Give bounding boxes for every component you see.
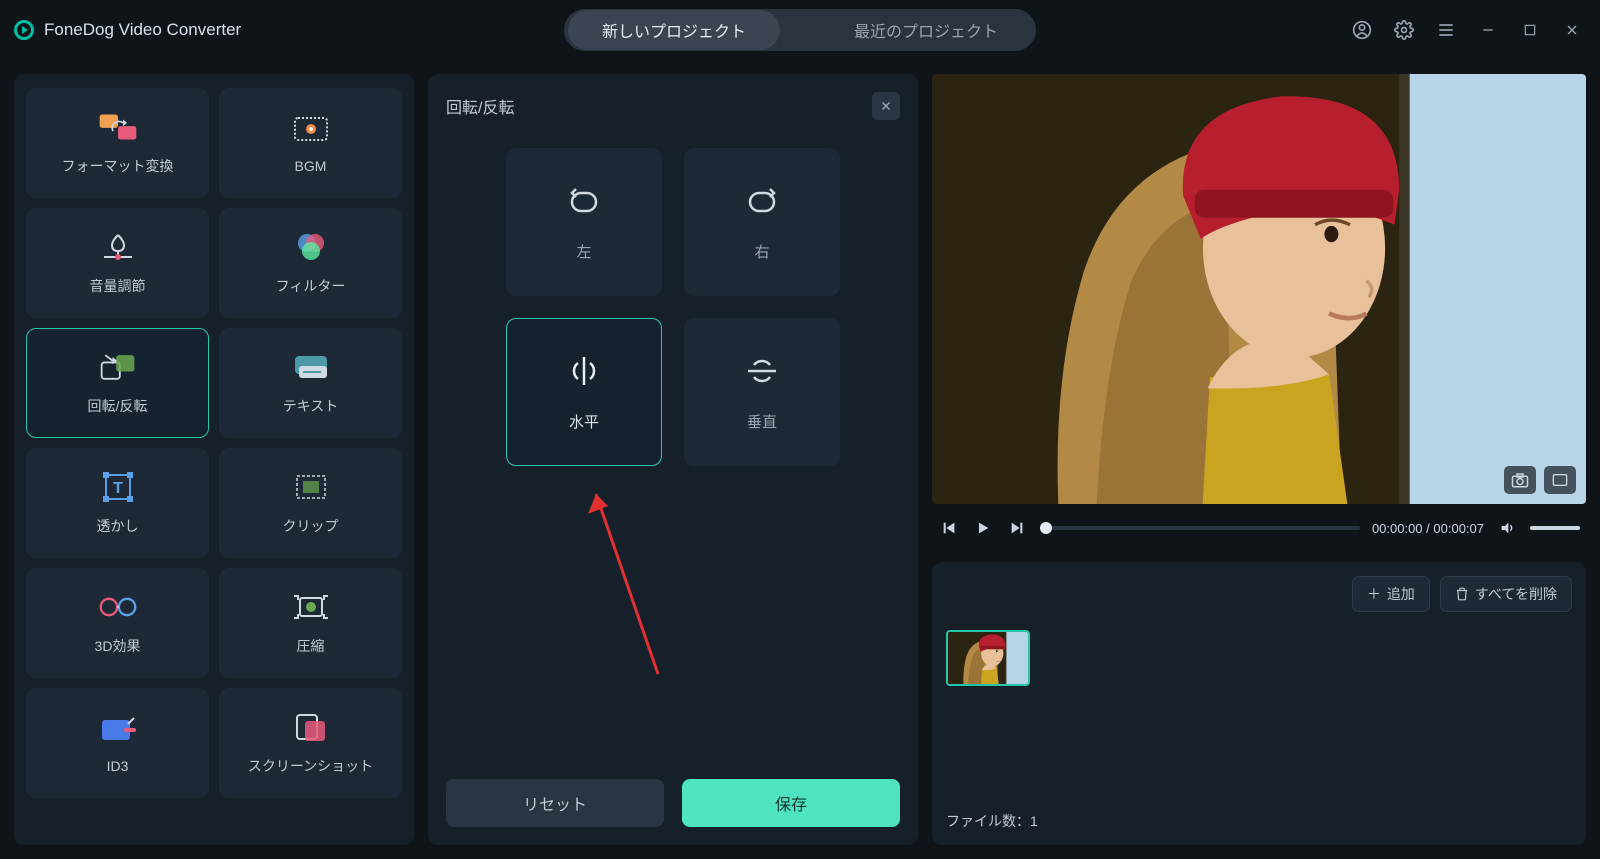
flip-horizontal-option[interactable]: 水平 (506, 318, 662, 466)
rotate-right-icon (740, 183, 784, 219)
flip-horizontal-icon (564, 353, 604, 389)
rotate-settings-panel: 回転/反転 左 右 水平 垂直 (428, 74, 918, 845)
panel-title: 回転/反転 (446, 94, 514, 118)
watermark-icon: T (98, 470, 138, 504)
option-label: 左 (576, 241, 591, 262)
rotate-left-icon (562, 183, 606, 219)
tool-label: クリップ (283, 516, 339, 536)
id3-icon (98, 712, 138, 746)
option-label: 水平 (569, 411, 599, 432)
plus-icon: ＋ (1367, 584, 1381, 604)
play-button[interactable] (972, 517, 994, 539)
tool-label: 音量調節 (90, 276, 146, 296)
volume-button[interactable] (1496, 517, 1518, 539)
tools-sidebar: フォーマット変換 BGM 音量調節 フィルター (14, 74, 414, 845)
project-tabs: 新しいプロジェクト 最近のプロジェクト (564, 9, 1036, 51)
tool-text[interactable]: テキスト (219, 328, 402, 438)
app-title: FoneDog Video Converter (44, 20, 241, 40)
tool-volume[interactable]: 音量調節 (26, 208, 209, 318)
skip-next-button[interactable] (1006, 517, 1028, 539)
rotate-flip-icon (98, 350, 138, 384)
text-icon (291, 350, 331, 384)
skip-prev-button[interactable] (938, 517, 960, 539)
tool-label: BGM (295, 158, 327, 174)
clip-icon (291, 470, 331, 504)
player-controls: 00:00:00 / 00:00:07 (932, 504, 1586, 552)
panel-close-button[interactable] (872, 92, 900, 120)
screenshot-icon (291, 710, 331, 744)
clip-thumbnail[interactable] (946, 630, 1030, 686)
app-logo-icon (14, 20, 34, 40)
filter-icon (291, 230, 331, 264)
tab-new-project[interactable]: 新しいプロジェクト (568, 10, 780, 50)
file-count: ファイル数：1 (946, 811, 1572, 831)
tool-filter[interactable]: フィルター (219, 208, 402, 318)
tool-clip[interactable]: クリップ (219, 448, 402, 558)
compress-icon (291, 590, 331, 624)
format-convert-icon (98, 110, 138, 144)
bgm-icon (291, 112, 331, 146)
tool-label: 圧縮 (297, 636, 325, 656)
fullscreen-button[interactable] (1544, 466, 1576, 494)
time-display: 00:00:00 / 00:00:07 (1372, 521, 1484, 536)
tool-3d-effect[interactable]: 3D効果 (26, 568, 209, 678)
rotate-left-option[interactable]: 左 (506, 148, 662, 296)
tool-label: 透かし (97, 516, 139, 536)
clips-panel: ＋ 追加 すべてを削除 ファイル数：1 (932, 562, 1586, 845)
settings-icon[interactable] (1390, 16, 1418, 44)
flip-vertical-icon (742, 353, 782, 389)
seek-bar[interactable] (1040, 526, 1360, 530)
svg-text:T: T (113, 480, 123, 497)
tool-label: 3D効果 (95, 636, 141, 656)
trash-icon (1455, 587, 1469, 601)
tool-label: フォーマット変換 (62, 156, 174, 176)
add-clip-button[interactable]: ＋ 追加 (1352, 576, 1430, 612)
tool-label: 回転/反転 (88, 396, 148, 416)
tool-format-convert[interactable]: フォーマット変換 (26, 88, 209, 198)
reset-button[interactable]: リセット (446, 779, 664, 827)
flip-vertical-option[interactable]: 垂直 (684, 318, 840, 466)
tool-bgm[interactable]: BGM (219, 88, 402, 198)
annotation-arrow (578, 474, 678, 694)
volume-adjust-icon (98, 230, 138, 264)
menu-icon[interactable] (1432, 16, 1460, 44)
tool-screenshot[interactable]: スクリーンショット (219, 688, 402, 798)
window-maximize[interactable] (1516, 16, 1544, 44)
tool-label: スクリーンショット (248, 756, 373, 776)
tab-recent-project[interactable]: 最近のプロジェクト (820, 10, 1032, 50)
volume-slider[interactable] (1530, 526, 1580, 530)
tool-label: フィルター (276, 276, 346, 296)
tool-label: ID3 (107, 758, 129, 774)
tool-label: テキスト (283, 396, 339, 416)
account-icon[interactable] (1348, 16, 1376, 44)
option-label: 垂直 (747, 411, 777, 432)
delete-all-button[interactable]: すべてを削除 (1440, 576, 1572, 612)
rotate-right-option[interactable]: 右 (684, 148, 840, 296)
tool-watermark[interactable]: T 透かし (26, 448, 209, 558)
video-preview (932, 74, 1586, 504)
tool-compress[interactable]: 圧縮 (219, 568, 402, 678)
tool-id3[interactable]: ID3 (26, 688, 209, 798)
tool-rotate-flip[interactable]: 回転/反転 (26, 328, 209, 438)
save-button[interactable]: 保存 (682, 779, 900, 827)
option-label: 右 (754, 241, 769, 262)
threeD-icon (98, 590, 138, 624)
window-minimize[interactable] (1474, 16, 1502, 44)
window-close[interactable] (1558, 16, 1586, 44)
screenshot-button[interactable] (1504, 466, 1536, 494)
